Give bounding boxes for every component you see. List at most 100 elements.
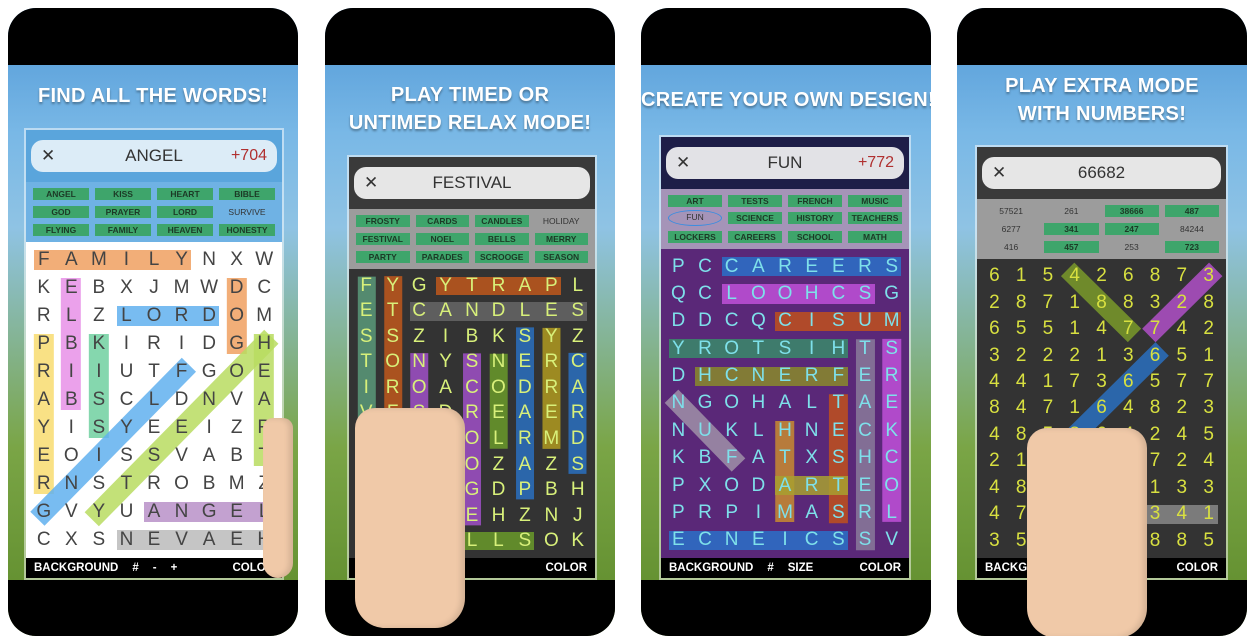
grid-cell[interactable]: O bbox=[745, 280, 772, 307]
grid-cell[interactable]: B bbox=[58, 330, 86, 358]
grid-cell[interactable]: M bbox=[250, 302, 278, 330]
grid-cell[interactable]: I bbox=[85, 442, 113, 470]
grid-cell[interactable]: N bbox=[718, 527, 745, 554]
grid-cell[interactable]: N bbox=[485, 350, 511, 376]
grid-cell[interactable]: R bbox=[538, 375, 564, 401]
grid-cell[interactable]: Y bbox=[30, 414, 58, 442]
grid-cell[interactable]: 3 bbox=[1115, 342, 1142, 368]
grid-cell[interactable]: D bbox=[195, 330, 223, 358]
grid-cell[interactable]: I bbox=[113, 330, 141, 358]
grid-cell[interactable]: A bbox=[565, 375, 591, 401]
grid-cell[interactable]: S bbox=[512, 528, 538, 554]
grid-cell[interactable]: T bbox=[745, 335, 772, 362]
grid-cell[interactable]: R bbox=[379, 375, 405, 401]
grid-cell[interactable]: C bbox=[30, 526, 58, 554]
grid-cell[interactable]: 1 bbox=[1061, 395, 1088, 421]
grid-cell[interactable]: 5 bbox=[1195, 528, 1222, 554]
grid-cell[interactable]: R bbox=[798, 362, 825, 389]
grid-cell[interactable]: O bbox=[485, 375, 511, 401]
grid-cell[interactable]: Y bbox=[538, 324, 564, 350]
grid-cell[interactable]: O bbox=[538, 528, 564, 554]
grid-cell[interactable]: P bbox=[30, 330, 58, 358]
grid-cell[interactable]: K bbox=[30, 274, 58, 302]
grid-cell[interactable]: L bbox=[485, 528, 511, 554]
grid-cell[interactable]: 7 bbox=[1115, 316, 1142, 342]
grid-cell[interactable]: E bbox=[538, 401, 564, 427]
grid-cell[interactable]: S bbox=[825, 499, 852, 526]
grid-cell[interactable]: O bbox=[878, 472, 905, 499]
grid-cell[interactable]: 3 bbox=[1195, 475, 1222, 501]
grid-cell[interactable]: O bbox=[58, 442, 86, 470]
grid-cell[interactable]: L bbox=[878, 499, 905, 526]
grid-cell[interactable]: I bbox=[85, 358, 113, 386]
grid-cell[interactable]: X bbox=[223, 246, 251, 274]
grid-cell[interactable]: T bbox=[825, 472, 852, 499]
grid-cell[interactable]: Y bbox=[379, 273, 405, 299]
grid-cell[interactable]: G bbox=[195, 498, 223, 526]
grid-cell[interactable]: T bbox=[379, 299, 405, 325]
grid-cell[interactable]: E bbox=[485, 401, 511, 427]
grid-cell[interactable]: N bbox=[798, 417, 825, 444]
grid-cell[interactable]: R bbox=[30, 470, 58, 498]
grid-cell[interactable]: 2 bbox=[1195, 316, 1222, 342]
grid-cell[interactable]: S bbox=[825, 445, 852, 472]
grid-cell[interactable]: H bbox=[852, 445, 879, 472]
grid-cell[interactable]: E bbox=[353, 299, 379, 325]
grid-cell[interactable]: A bbox=[432, 375, 458, 401]
grid-cell[interactable]: A bbox=[512, 401, 538, 427]
grid-cell[interactable]: B bbox=[223, 442, 251, 470]
grid-cell[interactable]: L bbox=[565, 273, 591, 299]
grid-cell[interactable]: E bbox=[140, 526, 168, 554]
toolbar-zoom-in-button[interactable]: + bbox=[171, 562, 178, 574]
grid-cell[interactable]: Z bbox=[485, 452, 511, 478]
grid-cell[interactable]: 2 bbox=[981, 448, 1008, 474]
grid-cell[interactable]: A bbox=[512, 452, 538, 478]
grid-cell[interactable]: 6 bbox=[981, 316, 1008, 342]
puzzle-grid[interactable]: PCCAREERSQCLOOHCSGDDCQCISUMYROTSIHTSDHCN… bbox=[661, 249, 909, 558]
grid-cell[interactable]: A bbox=[798, 499, 825, 526]
grid-cell[interactable]: R bbox=[692, 335, 719, 362]
toolbar-background-button[interactable]: BACKGROUND bbox=[669, 562, 753, 574]
grid-cell[interactable]: C bbox=[852, 417, 879, 444]
grid-cell[interactable]: I bbox=[772, 527, 799, 554]
grid-cell[interactable]: E bbox=[825, 417, 852, 444]
grid-cell[interactable]: E bbox=[878, 390, 905, 417]
grid-cell[interactable]: 6 bbox=[981, 263, 1008, 289]
grid-cell[interactable]: S bbox=[852, 527, 879, 554]
grid-cell[interactable]: H bbox=[745, 390, 772, 417]
grid-cell[interactable]: G bbox=[878, 280, 905, 307]
grid-cell[interactable]: 5 bbox=[1142, 369, 1169, 395]
grid-cell[interactable]: T bbox=[353, 350, 379, 376]
grid-cell[interactable]: R bbox=[692, 499, 719, 526]
grid-cell[interactable]: L bbox=[58, 302, 86, 330]
grid-cell[interactable]: 3 bbox=[981, 528, 1008, 554]
grid-cell[interactable]: Y bbox=[665, 335, 692, 362]
grid-cell[interactable]: R bbox=[512, 426, 538, 452]
grid-cell[interactable]: 3 bbox=[981, 342, 1008, 368]
grid-cell[interactable]: T bbox=[772, 445, 799, 472]
grid-cell[interactable]: 1 bbox=[1061, 316, 1088, 342]
grid-cell[interactable]: G bbox=[30, 498, 58, 526]
grid-cell[interactable]: O bbox=[718, 390, 745, 417]
grid-cell[interactable]: I bbox=[745, 499, 772, 526]
grid-cell[interactable]: I bbox=[798, 335, 825, 362]
grid-cell[interactable]: L bbox=[512, 299, 538, 325]
grid-cell[interactable]: X bbox=[58, 526, 86, 554]
grid-cell[interactable]: O bbox=[718, 472, 745, 499]
grid-cell[interactable]: P bbox=[665, 253, 692, 280]
grid-cell[interactable]: Z bbox=[565, 324, 591, 350]
grid-cell[interactable]: K bbox=[85, 330, 113, 358]
grid-cell[interactable]: G bbox=[195, 358, 223, 386]
grid-cell[interactable]: 2 bbox=[1168, 395, 1195, 421]
grid-cell[interactable]: C bbox=[250, 274, 278, 302]
grid-cell[interactable]: Y bbox=[85, 498, 113, 526]
grid-cell[interactable]: N bbox=[406, 350, 432, 376]
grid-cell[interactable]: 1 bbox=[1008, 263, 1035, 289]
grid-cell[interactable]: Y bbox=[113, 414, 141, 442]
grid-cell[interactable]: 4 bbox=[1168, 422, 1195, 448]
grid-cell[interactable]: U bbox=[852, 308, 879, 335]
grid-cell[interactable]: S bbox=[825, 527, 852, 554]
close-icon[interactable]: ✕ bbox=[676, 153, 700, 173]
grid-cell[interactable]: E bbox=[665, 527, 692, 554]
grid-cell[interactable]: 4 bbox=[1061, 263, 1088, 289]
